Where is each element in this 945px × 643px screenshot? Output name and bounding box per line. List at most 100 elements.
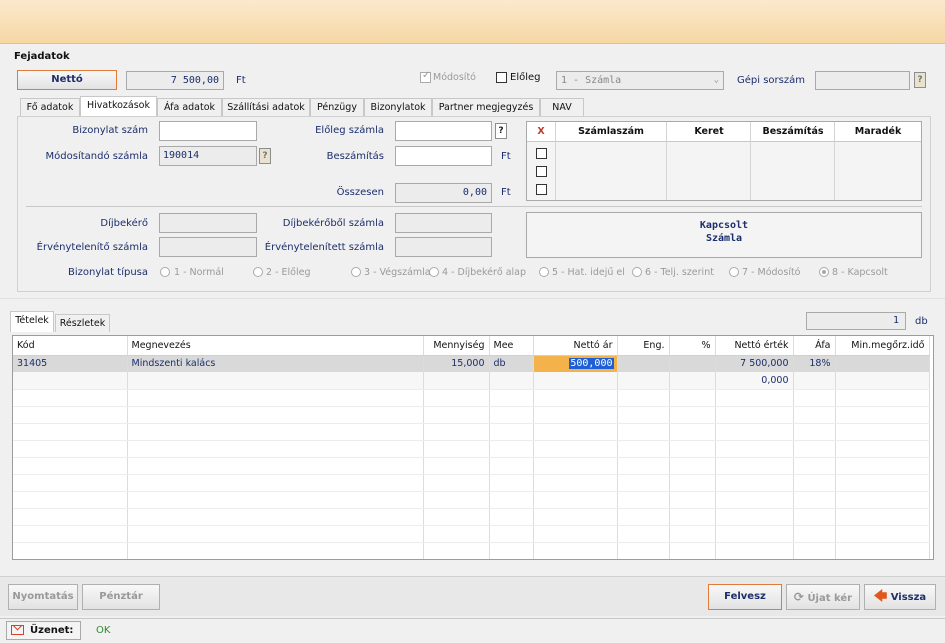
osszesen-currency: Ft <box>501 187 511 198</box>
ref-row-checkbox[interactable] <box>536 184 547 195</box>
radio-vegszamla[interactable] <box>351 267 361 277</box>
beszamitas-field[interactable] <box>395 146 492 166</box>
tab-szallitasi-adatok[interactable]: Szállítási adatok <box>222 98 310 116</box>
tab-fo-adatok[interactable]: Fő adatok <box>20 98 80 116</box>
tab-nav[interactable]: NAV <box>540 98 584 116</box>
gepi-sorszam-field <box>815 71 910 90</box>
radio-eloleg[interactable] <box>253 267 263 277</box>
item-count-field: 1 <box>806 312 906 330</box>
ref-row-checkbox[interactable] <box>536 148 547 159</box>
beszamitas-label: Beszámítás <box>326 151 384 162</box>
table-row <box>13 423 930 441</box>
cell-min[interactable] <box>835 372 930 390</box>
cell-netto-ar[interactable] <box>533 372 618 390</box>
eloleg-szamla-help-button[interactable]: ? <box>495 123 507 139</box>
cell-eng[interactable] <box>617 372 670 390</box>
cell-kod[interactable] <box>13 372 128 390</box>
invoice-type-select[interactable]: 1 - Számla ⌄ <box>556 71 724 90</box>
col-kod[interactable]: Kód <box>13 336 128 356</box>
kapcsolt-szamla-panel: Kapcsolt Számla <box>526 212 922 258</box>
modosito-label: Módosító <box>433 72 476 83</box>
col-megnevezes[interactable]: Megnevezés <box>127 336 424 356</box>
table-row[interactable]: 31405 Mindszenti kalács 15,000 db 500,00… <box>13 355 930 372</box>
cell-mennyiseg[interactable]: 15,000 <box>423 355 490 372</box>
col-afa[interactable]: Áfa <box>793 336 836 356</box>
radio-modosito[interactable] <box>729 267 739 277</box>
col-netto-ar[interactable]: Nettó ár <box>533 336 618 356</box>
radio-dijbekero[interactable] <box>429 267 439 277</box>
tab-bizonylatok[interactable]: Bizonylatok <box>364 98 432 116</box>
table-row <box>13 491 930 509</box>
penztar-button[interactable]: Pénztár <box>82 584 160 610</box>
ref-col-keret: Keret <box>694 126 724 137</box>
cell-afa[interactable] <box>793 372 836 390</box>
eloleg-checkbox[interactable] <box>496 72 507 83</box>
col-pct[interactable]: % <box>669 336 716 356</box>
tab-partner-megjegyzes[interactable]: Partner megjegyzés <box>432 98 540 116</box>
cell-kod[interactable]: 31405 <box>13 355 128 372</box>
cell-pct[interactable] <box>669 355 716 372</box>
reference-grid: X Számlaszám Keret Beszámítás Maradék <box>526 121 922 201</box>
tab-afa-adatok[interactable]: Áfa adatok <box>157 98 222 116</box>
ervenyteleníto-label: Érvénytelenítő számla <box>36 242 148 253</box>
invoice-type-value: 1 - Számla <box>561 75 622 86</box>
radio-modosito-label: 7 - Módosító <box>742 267 801 278</box>
netto-button[interactable]: Nettó <box>17 70 117 90</box>
cell-mennyiseg[interactable] <box>423 372 490 390</box>
section-title: Fejadatok <box>14 51 70 62</box>
radio-normal[interactable] <box>160 267 170 277</box>
bizonylat-tipusa-label: Bizonylat típusa <box>68 267 148 278</box>
radio-kapcsolt-label: 8 - Kapcsolt <box>832 267 888 278</box>
osszesen-field: 0,00 <box>395 183 492 203</box>
radio-hat-ideju[interactable] <box>539 267 549 277</box>
kapcsolt-line2: Számla <box>705 233 743 244</box>
ref-col-beszamitas: Beszámítás <box>762 126 824 137</box>
col-eng[interactable]: Eng. <box>617 336 670 356</box>
gepi-sorszam-help-button[interactable]: ? <box>914 72 926 88</box>
cell-eng[interactable] <box>617 355 670 372</box>
cell-afa[interactable]: 18% <box>793 355 836 372</box>
netto-ar-selected-text[interactable]: 500,000 <box>569 358 614 370</box>
nyomtatas-button[interactable]: Nyomtatás <box>8 584 78 610</box>
status-bar <box>0 618 945 643</box>
modositando-help-button[interactable]: ? <box>259 148 271 164</box>
tab-tetelek[interactable]: Tételek <box>10 311 54 332</box>
bizonylat-szam-field[interactable] <box>159 121 257 141</box>
cell-netto-ertek[interactable]: 0,000 <box>715 372 794 390</box>
cell-pct[interactable] <box>669 372 716 390</box>
cell-netto-ar-editor[interactable]: 500,000 <box>533 355 618 372</box>
col-min-megorz[interactable]: Min.megőrz.idő <box>835 336 930 356</box>
ujat-ker-button[interactable]: ⟳ Újat kér <box>786 584 860 610</box>
gepi-sorszam-label: Gépi sorszám <box>737 75 805 86</box>
vissza-button[interactable]: 🡄 Vissza <box>864 584 936 610</box>
modosito-checkbox[interactable]: ✓ <box>420 70 431 83</box>
col-netto-ertek[interactable]: Nettó érték <box>715 336 794 356</box>
table-row[interactable]: 0,000 <box>13 372 930 390</box>
col-mee[interactable]: Mee <box>489 336 534 356</box>
cell-megnevezes[interactable]: Mindszenti kalács <box>127 355 424 372</box>
ref-row-checkbox[interactable] <box>536 166 547 177</box>
radio-dijbekero-label: 4 - Díjbekérő alap <box>442 267 527 278</box>
radio-telj-szerint[interactable] <box>632 267 642 277</box>
cell-netto-ertek[interactable]: 7 500,000 <box>715 355 794 372</box>
radio-kapcsolt[interactable] <box>819 267 829 277</box>
chevron-down-icon: ⌄ <box>713 75 719 85</box>
cell-min[interactable] <box>835 355 930 372</box>
status-message: OK <box>96 625 111 636</box>
items-table: Kód Megnevezés Mennyiség Mee Nettó ár En… <box>13 336 930 559</box>
message-label-box: Üzenet: <box>6 620 81 640</box>
table-row <box>13 542 930 559</box>
arrow-left-icon: 🡄 <box>873 589 888 604</box>
cell-mee[interactable]: db <box>489 355 534 372</box>
felvesz-button[interactable]: Felvesz <box>708 584 782 610</box>
cell-megnevezes[interactable] <box>127 372 424 390</box>
tab-hivatkozasok[interactable]: Hivatkozások <box>80 96 157 116</box>
tab-reszletek[interactable]: Részletek <box>55 314 110 332</box>
col-mennyiseg[interactable]: Mennyiség <box>423 336 490 356</box>
eloleg-szamla-field[interactable] <box>395 121 492 141</box>
modositando-szamla-label: Módosítandó számla <box>45 151 148 162</box>
cell-mee[interactable] <box>489 372 534 390</box>
modositando-szamla-field: 190014 <box>159 146 257 166</box>
table-row <box>13 389 930 407</box>
tab-penzugy[interactable]: Pénzügy <box>310 98 364 116</box>
